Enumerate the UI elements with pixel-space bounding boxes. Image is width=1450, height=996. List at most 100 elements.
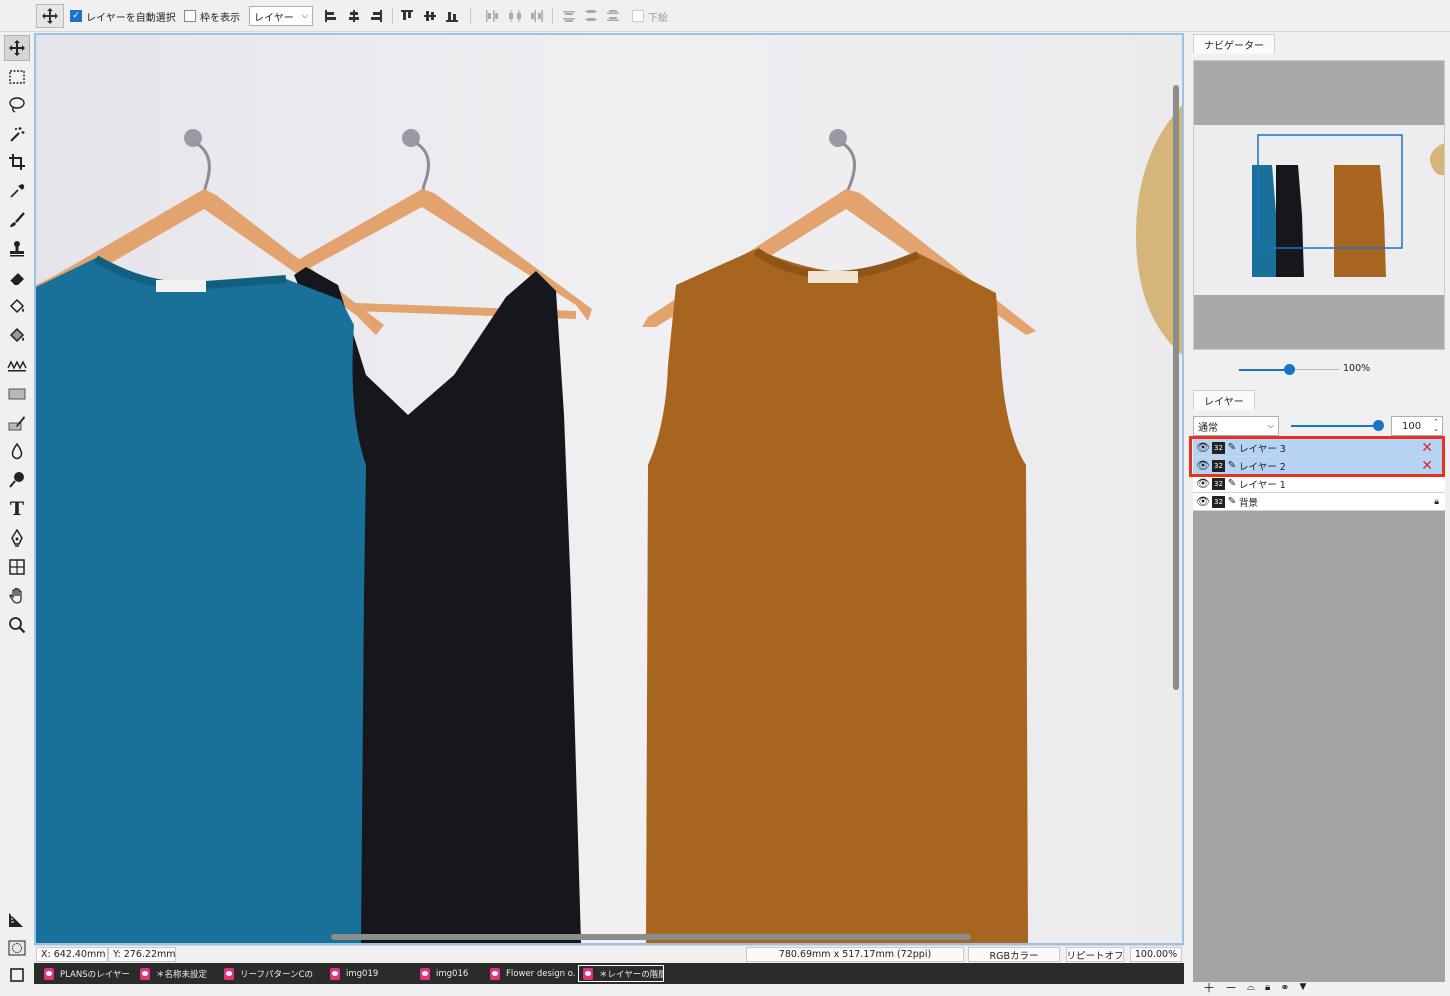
align-bottom-icon <box>446 12 458 22</box>
move-icon <box>42 8 58 24</box>
navigator-zoom-row: 100% <box>1193 360 1445 380</box>
tool-dodge[interactable] <box>4 467 30 493</box>
lock-icon: 🔒︎ <box>1434 496 1439 507</box>
layer-row[interactable]: 👁︎ 32 ✎ レイヤー 1 <box>1193 475 1445 493</box>
menu-triangle-icon[interactable]: ▼ <box>1300 982 1307 992</box>
tool-screen-mode[interactable] <box>4 962 30 988</box>
mask-icon[interactable]: ⌓ <box>1247 982 1255 993</box>
doc-tab[interactable]: PLANSのレイヤー <box>34 965 130 982</box>
options-bar: ✓ レイヤーを自動選択 枠を表示 レイヤー ⌵ 下絵 <box>0 0 1450 32</box>
zoom-slider-knob[interactable] <box>1284 364 1295 375</box>
distribute-left-icon <box>486 10 498 22</box>
tool-zoom[interactable] <box>4 612 30 638</box>
document-icon <box>140 967 150 980</box>
transform-icon <box>9 559 25 575</box>
layer-footer: ＋ － ⌓ 🔒︎ ⚭ ▼ <box>1193 978 1445 996</box>
doc-tab[interactable]: リーフパターンCの... <box>214 965 314 982</box>
align-left-icon <box>325 10 336 22</box>
distribute-left-button[interactable] <box>485 4 499 28</box>
tool-rectangle[interactable] <box>4 381 30 407</box>
distribute-hcenter-button[interactable] <box>508 4 522 28</box>
document-tabs: PLANSのレイヤー ＊名称未設定 リーフパターンCの... img019 im… <box>34 963 1184 984</box>
tool-pen-shape[interactable] <box>4 410 30 436</box>
tab-navigator[interactable]: ナビゲーター <box>1193 34 1275 54</box>
tool-eyedropper[interactable] <box>4 178 30 204</box>
opacity-input[interactable]: 100 ⌃ ⌄ <box>1391 416 1443 436</box>
show-bounds-label: 枠を表示 <box>200 12 240 24</box>
doc-tab[interactable]: ＊名称未設定 <box>130 965 216 982</box>
align-right-button[interactable] <box>369 4 383 28</box>
tool-pen[interactable] <box>4 525 30 551</box>
gradient-bucket-icon <box>9 327 25 343</box>
align-vcenter-button[interactable] <box>423 4 437 28</box>
doc-tab[interactable]: Flower design o... <box>480 965 576 982</box>
auto-select-checkbox[interactable]: ✓ レイヤーを自動選択 <box>70 4 176 28</box>
doc-tab-label: リーフパターンCの... <box>240 969 314 980</box>
tool-quick-mask[interactable] <box>4 935 30 961</box>
bit-depth-badge: 32 <box>1212 477 1225 490</box>
align-top-button[interactable] <box>400 4 414 28</box>
tool-rect-select[interactable] <box>4 64 30 90</box>
layer-row[interactable]: 👁︎ 32 ✎ 背景 🔒︎ <box>1193 493 1445 511</box>
toolbox: T <box>0 32 34 996</box>
doc-tab[interactable]: img019 <box>320 965 406 982</box>
paint-bucket-icon <box>9 298 25 314</box>
bottom-layer-checkbox[interactable]: 下絵 <box>632 4 668 28</box>
align-left-button[interactable] <box>324 4 338 28</box>
align-vcenter-icon <box>424 11 436 21</box>
lasso-icon <box>9 97 25 113</box>
tool-smudge[interactable] <box>4 352 30 378</box>
lock-icon[interactable]: 🔒︎ <box>1265 982 1270 993</box>
add-layer-icon[interactable]: ＋ <box>1203 979 1215 996</box>
distribute-vcenter-button[interactable] <box>584 4 598 28</box>
tool-text[interactable]: T <box>4 496 30 522</box>
color-mode[interactable]: RGBカラー <box>968 947 1060 962</box>
align-hcenter-button[interactable] <box>347 4 361 28</box>
opacity-slider-knob[interactable] <box>1373 420 1384 431</box>
doc-tab[interactable]: img016 <box>410 965 480 982</box>
zoom-slider-fill <box>1239 369 1289 371</box>
canvas-area[interactable] <box>34 33 1184 945</box>
document-icon <box>420 967 430 980</box>
doc-tab-active[interactable]: ＊レイヤーの階層... <box>578 965 664 982</box>
link-icon[interactable]: ⚭ <box>1280 981 1289 994</box>
tool-transform[interactable] <box>4 554 30 580</box>
tool-stamp[interactable] <box>4 236 30 262</box>
show-bounds-checkbox[interactable]: 枠を表示 <box>184 4 240 28</box>
vertical-scrollbar[interactable] <box>1173 85 1179 690</box>
zoom-readout[interactable]: 100.00% <box>1130 947 1182 962</box>
tool-gradient-fill[interactable] <box>4 323 30 349</box>
eye-icon[interactable]: 👁︎ <box>1196 495 1210 508</box>
blend-mode-select[interactable]: 通常 ⌵ <box>1193 416 1279 436</box>
move-tool-indicator[interactable] <box>36 4 64 28</box>
tool-brush[interactable] <box>4 207 30 233</box>
tool-hand[interactable] <box>4 583 30 609</box>
layer-name: 背景 <box>1239 497 1259 509</box>
tool-crop[interactable] <box>4 149 30 175</box>
canvas-photo[interactable] <box>36 35 1182 943</box>
horizontal-scrollbar[interactable] <box>331 934 971 940</box>
navigator-preview[interactable] <box>1193 60 1445 350</box>
tool-move[interactable] <box>4 35 30 61</box>
toolbar-divider <box>552 8 553 24</box>
align-bottom-button[interactable] <box>445 4 459 28</box>
tool-magic-wand[interactable] <box>4 121 30 147</box>
crop-icon <box>9 154 25 170</box>
tool-fill[interactable] <box>4 294 30 320</box>
doc-tab-label: Flower design o... <box>506 968 576 979</box>
distribute-vcenter-icon <box>585 10 597 21</box>
distribute-top-button[interactable] <box>562 4 576 28</box>
eye-icon[interactable]: 👁︎ <box>1196 477 1210 490</box>
repeat-toggle[interactable]: リピートオフ <box>1066 947 1124 962</box>
target-select[interactable]: レイヤー ⌵ <box>249 6 313 26</box>
tool-ruler[interactable] <box>4 906 30 932</box>
drop-icon <box>11 443 23 460</box>
distribute-bottom-button[interactable] <box>606 4 620 28</box>
remove-layer-icon[interactable]: － <box>1225 979 1237 996</box>
tool-blur[interactable] <box>4 439 30 465</box>
tab-layers[interactable]: レイヤー <box>1193 390 1255 410</box>
distribute-right-button[interactable] <box>530 4 544 28</box>
document-size: 780.69mm x 517.17mm (72ppi) <box>746 947 964 962</box>
tool-eraser[interactable] <box>4 265 30 291</box>
tool-lasso[interactable] <box>4 92 30 118</box>
